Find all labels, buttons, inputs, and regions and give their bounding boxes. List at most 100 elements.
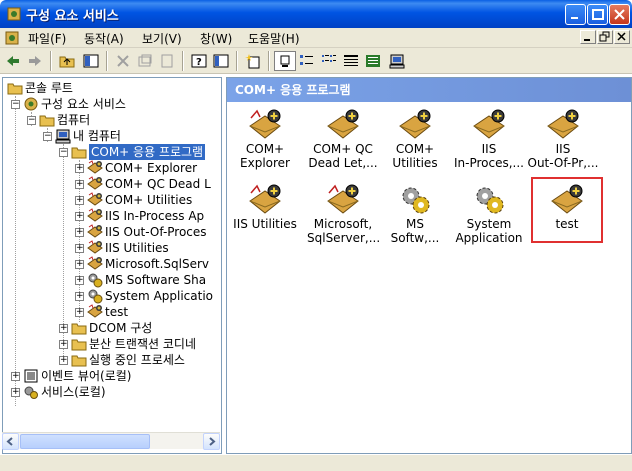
chevron-left-icon bbox=[6, 437, 13, 446]
com-app-item[interactable]: COM+ Explorer bbox=[229, 108, 301, 172]
com-app-icon bbox=[473, 109, 505, 139]
com-app-icon bbox=[551, 184, 583, 214]
minimize-icon bbox=[584, 39, 590, 41]
item-label-line2: Dead Let,... bbox=[308, 157, 378, 170]
minimize-button[interactable] bbox=[565, 4, 586, 25]
expand-toggle[interactable]: + bbox=[75, 212, 84, 221]
folder-icon bbox=[71, 339, 87, 351]
details-view-button[interactable] bbox=[340, 51, 362, 71]
back-button[interactable] bbox=[2, 51, 24, 71]
tile-view-button[interactable] bbox=[362, 51, 384, 71]
expand-toggle[interactable]: + bbox=[11, 372, 20, 381]
collapse-toggle[interactable]: − bbox=[59, 148, 68, 157]
expand-toggle[interactable]: + bbox=[75, 276, 84, 285]
properties-icon bbox=[138, 54, 152, 67]
menu-help[interactable]: 도움말(H) bbox=[248, 30, 300, 47]
title-bar[interactable]: 구성 요소 서비스 bbox=[0, 0, 632, 28]
expand-toggle[interactable]: + bbox=[75, 244, 84, 253]
tree-label: 실행 중인 프로세스 bbox=[89, 353, 185, 367]
collapse-toggle[interactable]: − bbox=[27, 116, 36, 125]
refresh-icon bbox=[161, 54, 173, 68]
com-app-icon bbox=[87, 304, 103, 318]
scroll-left-button[interactable] bbox=[2, 433, 19, 450]
result-pane[interactable]: COM+ 응용 프로그램 COM+ Explorer COM+ QC Dead Let… bbox=[226, 77, 632, 454]
com-app-item[interactable]: IIS Utilities bbox=[229, 183, 301, 247]
collapse-toggle[interactable]: − bbox=[43, 132, 52, 141]
forward-button[interactable] bbox=[24, 51, 46, 71]
menu-action[interactable]: 동작(A) bbox=[84, 30, 124, 47]
item-label-line1: COM+ bbox=[395, 143, 435, 156]
com-app-item[interactable]: test bbox=[531, 183, 603, 247]
status-bar bbox=[0, 454, 632, 471]
expand-toggle[interactable]: + bbox=[75, 260, 84, 269]
tree-horizontal-scrollbar[interactable] bbox=[2, 432, 220, 450]
com-app-item[interactable]: COM+ Utilities bbox=[379, 108, 451, 172]
tree-label: System Applicatio bbox=[105, 289, 214, 303]
restore-icon bbox=[599, 31, 610, 42]
com-app-item[interactable]: IIS Out-Of-Pr,... bbox=[527, 108, 599, 172]
expand-toggle[interactable]: + bbox=[11, 388, 20, 397]
item-label-line2: SqlServer,... bbox=[307, 232, 379, 245]
new-button[interactable] bbox=[242, 51, 264, 71]
mdi-restore-button[interactable] bbox=[597, 30, 613, 44]
scroll-right-button[interactable] bbox=[203, 433, 220, 450]
expand-toggle[interactable]: + bbox=[59, 324, 68, 333]
small-icons-button[interactable] bbox=[296, 51, 318, 71]
menu-window[interactable]: 창(W) bbox=[200, 30, 232, 47]
com-app-icon bbox=[399, 109, 431, 139]
window-icon bbox=[213, 54, 229, 68]
expand-toggle[interactable]: + bbox=[75, 228, 84, 237]
component-services-icon bbox=[7, 7, 21, 21]
com-app-item[interactable]: COM+ QC Dead Let,... bbox=[307, 108, 379, 172]
event-viewer-icon bbox=[24, 369, 38, 383]
delete-button[interactable] bbox=[112, 51, 134, 71]
gear-app-icon bbox=[476, 187, 504, 214]
mdi-minimize-button[interactable] bbox=[580, 30, 596, 44]
up-folder-icon bbox=[59, 56, 75, 68]
console-tree-button[interactable] bbox=[210, 51, 232, 71]
svg-text:?: ? bbox=[196, 57, 202, 68]
expand-toggle[interactable]: + bbox=[59, 356, 68, 365]
computer-button[interactable] bbox=[386, 51, 408, 71]
item-label-line2: Softw,... bbox=[390, 232, 440, 245]
help-button[interactable]: ? bbox=[188, 51, 210, 71]
maximize-icon bbox=[592, 9, 604, 20]
tree-label: COM+ QC Dead L bbox=[105, 177, 211, 191]
large-icons-button[interactable] bbox=[274, 51, 296, 71]
expand-toggle[interactable]: + bbox=[75, 164, 84, 173]
tree-label: MS Software Sha bbox=[105, 273, 207, 287]
com-app-item[interactable]: MS Softw,... bbox=[379, 183, 451, 247]
tree-label: 이벤트 뷰어(로컬) bbox=[41, 369, 132, 383]
app-menu-icon[interactable] bbox=[4, 30, 20, 46]
expand-toggle[interactable]: + bbox=[75, 196, 84, 205]
show-hide-tree-button[interactable] bbox=[80, 51, 102, 71]
tree-label: Microsoft.SqlServ bbox=[105, 257, 210, 271]
list-view-button[interactable] bbox=[318, 51, 340, 71]
scroll-thumb[interactable] bbox=[20, 434, 150, 449]
up-folder-button[interactable] bbox=[56, 51, 78, 71]
mdi-close-button[interactable] bbox=[614, 30, 630, 44]
gear-app-icon bbox=[402, 187, 430, 214]
maximize-button[interactable] bbox=[587, 4, 608, 25]
menu-view[interactable]: 보기(V) bbox=[142, 30, 182, 47]
chevron-right-icon bbox=[209, 437, 216, 446]
refresh-button[interactable] bbox=[156, 51, 178, 71]
com-app-item[interactable]: System Application bbox=[453, 183, 525, 247]
expand-toggle[interactable]: + bbox=[75, 292, 84, 301]
item-label-line1: System bbox=[466, 218, 512, 231]
collapse-toggle[interactable]: − bbox=[11, 100, 20, 109]
com-app-item[interactable]: Microsoft, SqlServer,... bbox=[307, 183, 379, 247]
com-app-icon bbox=[87, 224, 103, 238]
tree-label: COM+ Explorer bbox=[105, 161, 198, 175]
com-app-item[interactable]: IIS In-Proces,... bbox=[453, 108, 525, 172]
menu-file[interactable]: 파일(F) bbox=[28, 30, 66, 47]
item-label-line1: MS bbox=[406, 218, 424, 231]
com-app-icon bbox=[249, 184, 281, 214]
expand-toggle[interactable]: + bbox=[59, 340, 68, 349]
properties-button[interactable] bbox=[134, 51, 156, 71]
console-tree[interactable]: 콘솔 루트 − 구성 요소 서비스 − 컴퓨터 − 내 컴퓨터 − COM+ 응… bbox=[2, 77, 222, 454]
com-app-icon bbox=[327, 184, 359, 214]
expand-toggle[interactable]: + bbox=[75, 308, 84, 317]
expand-toggle[interactable]: + bbox=[75, 180, 84, 189]
close-button[interactable] bbox=[609, 4, 630, 25]
